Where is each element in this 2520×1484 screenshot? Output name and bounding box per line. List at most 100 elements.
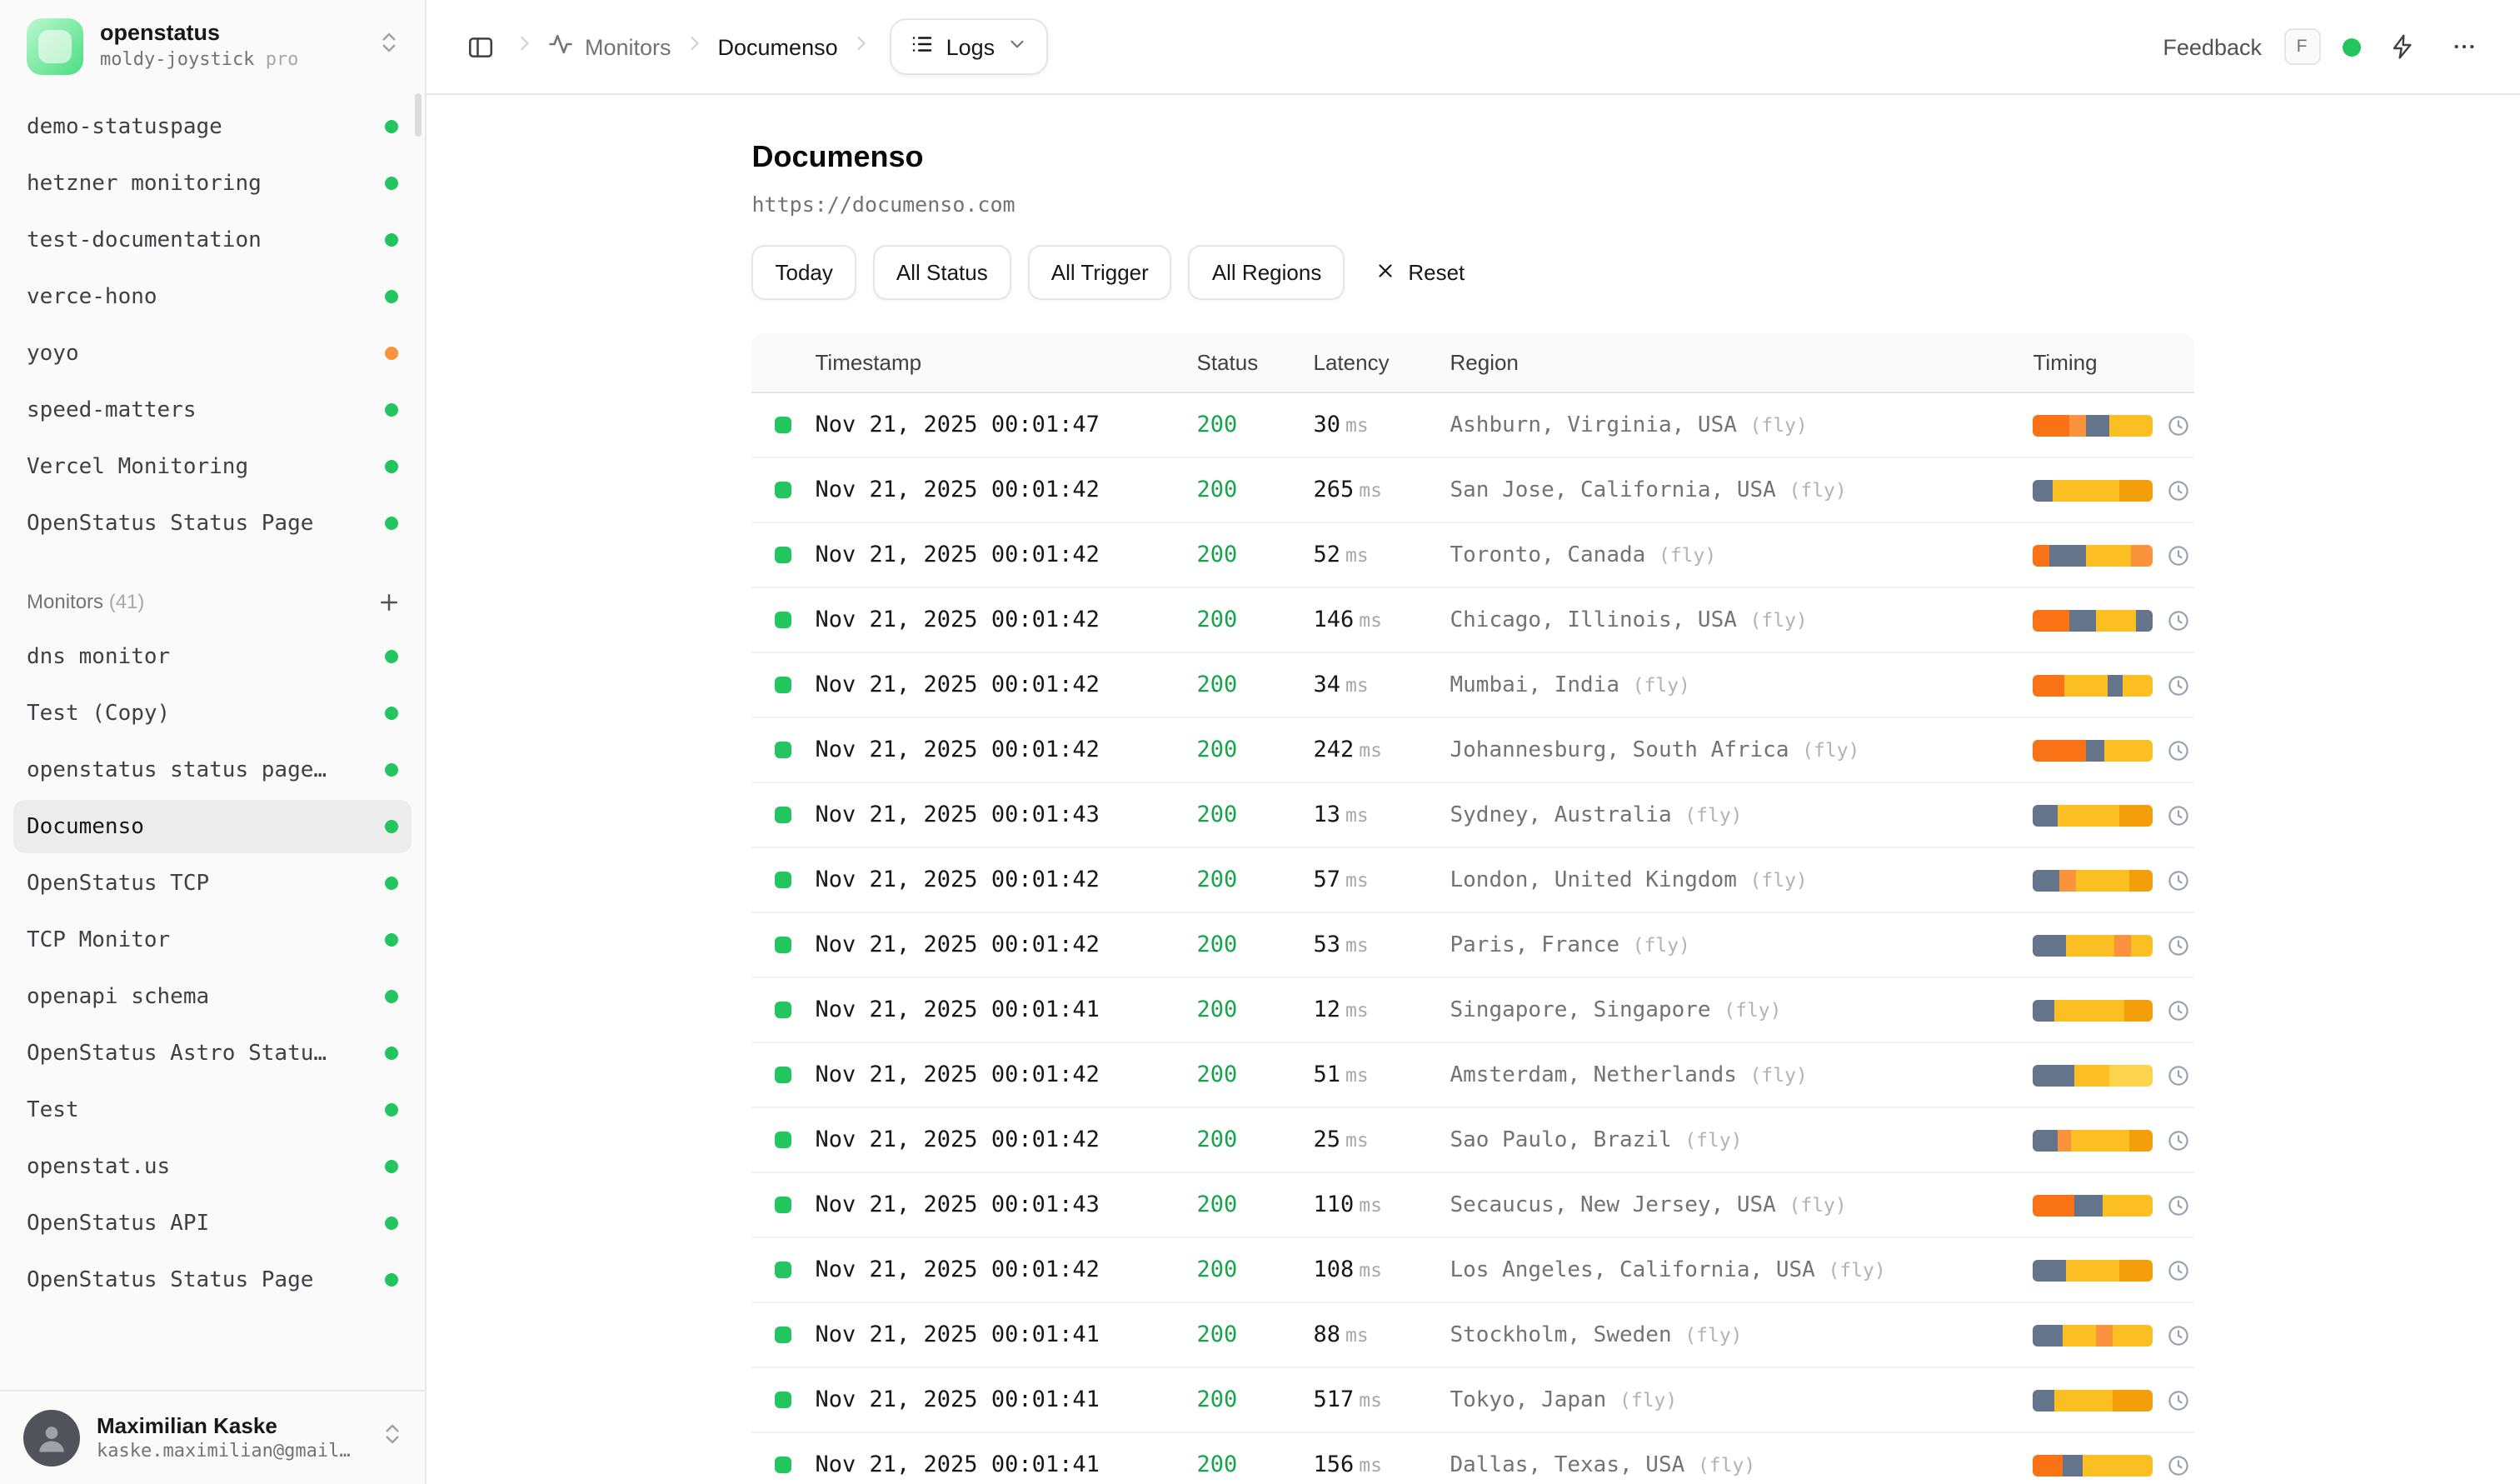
clock-icon[interactable] xyxy=(2167,542,2192,567)
sidebar-monitor-item[interactable]: OpenStatus TCP xyxy=(13,857,412,910)
status-cell: 200 xyxy=(1197,1322,1314,1348)
timing-bar xyxy=(2033,934,2153,956)
workspace-org-name: moldy-joystick xyxy=(100,49,254,71)
reset-filters-button[interactable]: Reset xyxy=(1361,245,1478,300)
workspace-switcher[interactable]: openstatus moldy-joystick pro xyxy=(0,0,425,90)
sidebar-statuspage-item[interactable]: test-documentation xyxy=(13,213,412,267)
item-label: demo-statuspage xyxy=(27,114,222,139)
region-cell: Sao Paulo, Brazil (fly) xyxy=(1450,1127,2033,1152)
system-status-dot[interactable] xyxy=(2342,37,2360,56)
filter-regions-button[interactable]: All Regions xyxy=(1189,245,1345,300)
timestamp-cell: Nov 21, 2025 00:01:47 xyxy=(816,412,1197,438)
sidebar-statuspage-item[interactable]: verce-hono xyxy=(13,270,412,323)
sidebar-statuspage-item[interactable]: OpenStatus Status Page xyxy=(13,497,412,550)
success-indicator xyxy=(776,1327,792,1343)
log-row[interactable]: Nov 21, 2025 00:01:4220051msAmsterdam, N… xyxy=(752,1043,2195,1108)
clock-icon[interactable] xyxy=(2167,1127,2192,1152)
sidebar-statuspage-item[interactable]: yoyo xyxy=(13,327,412,380)
status-dot xyxy=(385,1160,398,1173)
log-row[interactable]: Nov 21, 2025 00:01:4220052msToronto, Can… xyxy=(752,523,2195,588)
add-monitor-button[interactable] xyxy=(368,582,408,622)
breadcrumb-monitors[interactable]: Monitors xyxy=(548,32,671,62)
clock-icon[interactable] xyxy=(2167,1062,2192,1087)
command-menu-button[interactable] xyxy=(2382,27,2422,67)
clock-icon[interactable] xyxy=(2167,672,2192,697)
log-row[interactable]: Nov 21, 2025 00:01:4120088msStockholm, S… xyxy=(752,1303,2195,1368)
timing-bar xyxy=(2033,1129,2153,1151)
filter-date-button[interactable]: Today xyxy=(752,245,856,300)
log-row[interactable]: Nov 21, 2025 00:01:42200108msLos Angeles… xyxy=(752,1238,2195,1303)
log-row[interactable]: Nov 21, 2025 00:01:43200110msSecaucus, N… xyxy=(752,1173,2195,1238)
clock-icon[interactable] xyxy=(2167,867,2192,892)
timing-bar xyxy=(2033,1324,2153,1346)
sidebar-scrollbar[interactable] xyxy=(415,93,422,137)
clock-icon[interactable] xyxy=(2167,607,2192,632)
more-menu-button[interactable] xyxy=(2443,27,2483,67)
sidebar-monitor-item[interactable]: TCP Monitor xyxy=(13,913,412,967)
logs-icon xyxy=(910,32,935,62)
clock-icon[interactable] xyxy=(2167,1192,2192,1217)
log-row[interactable]: Nov 21, 2025 00:01:4720030msAshburn, Vir… xyxy=(752,393,2195,458)
log-row[interactable]: Nov 21, 2025 00:01:4320013msSydney, Aust… xyxy=(752,783,2195,848)
workspace-org: moldy-joystick pro xyxy=(100,49,360,73)
sidebar-statuspage-item[interactable]: hetzner monitoring xyxy=(13,157,412,210)
sidebar-monitor-item[interactable]: openstat.us xyxy=(13,1140,412,1193)
sidebar-monitor-item[interactable]: OpenStatus Astro Statu… xyxy=(13,1027,412,1080)
timestamp-cell: Nov 21, 2025 00:01:43 xyxy=(816,1192,1197,1218)
sidebar-statuspage-item[interactable]: speed-matters xyxy=(13,383,412,437)
sidebar-monitor-item[interactable]: OpenStatus API xyxy=(13,1197,412,1250)
clock-icon[interactable] xyxy=(2167,477,2192,502)
sidebar-monitor-item[interactable]: OpenStatus Status Page xyxy=(13,1253,412,1307)
clock-icon[interactable] xyxy=(2167,1387,2192,1412)
sidebar-statuspage-item[interactable]: Vercel Monitoring xyxy=(13,440,412,493)
filter-status-button[interactable]: All Status xyxy=(873,245,1011,300)
timing-cell xyxy=(2033,802,2195,827)
status-dot xyxy=(385,933,398,947)
log-row[interactable]: Nov 21, 2025 00:01:4220057msLondon, Unit… xyxy=(752,848,2195,913)
feedback-link[interactable]: Feedback xyxy=(2163,34,2262,59)
timing-cell xyxy=(2033,1062,2195,1087)
breadcrumb-documenso[interactable]: Documenso xyxy=(718,34,838,59)
sidebar-toggle-button[interactable] xyxy=(460,26,502,67)
user-meta: Maximilian Kaske kaske.maximilian@gmail… xyxy=(97,1412,363,1462)
success-indicator xyxy=(776,937,792,953)
sidebar-monitor-item[interactable]: openstatus status page… xyxy=(13,743,412,797)
timestamp-cell: Nov 21, 2025 00:01:43 xyxy=(816,802,1197,828)
clock-icon[interactable] xyxy=(2167,737,2192,762)
filter-trigger-button[interactable]: All Trigger xyxy=(1028,245,1172,300)
log-row[interactable]: Nov 21, 2025 00:01:4220053msParis, Franc… xyxy=(752,913,2195,978)
log-row[interactable]: Nov 21, 2025 00:01:41200156msDallas, Tex… xyxy=(752,1433,2195,1484)
view-selector[interactable]: Logs xyxy=(890,18,1049,75)
sidebar-statuspage-item[interactable]: demo-statuspage xyxy=(13,100,412,153)
clock-icon[interactable] xyxy=(2167,1452,2192,1477)
sidebar-monitor-item[interactable]: Documenso xyxy=(13,800,412,853)
item-label: openapi schema xyxy=(27,984,209,1009)
latency-cell: 108ms xyxy=(1314,1255,1450,1285)
timestamp-cell: Nov 21, 2025 00:01:42 xyxy=(816,1257,1197,1283)
clock-icon[interactable] xyxy=(2167,412,2192,437)
log-row[interactable]: Nov 21, 2025 00:01:42200265msSan Jose, C… xyxy=(752,458,2195,523)
sidebar-monitor-item[interactable]: dns monitor xyxy=(13,630,412,683)
clock-icon[interactable] xyxy=(2167,1322,2192,1347)
sidebar-monitor-item[interactable]: Test xyxy=(13,1083,412,1137)
log-row[interactable]: Nov 21, 2025 00:01:4120012msSingapore, S… xyxy=(752,978,2195,1043)
timing-cell xyxy=(2033,737,2195,762)
success-indicator xyxy=(776,1457,792,1473)
log-row[interactable]: Nov 21, 2025 00:01:4220034msMumbai, Indi… xyxy=(752,653,2195,718)
clock-icon[interactable] xyxy=(2167,1257,2192,1282)
status-dot xyxy=(385,403,398,417)
log-row[interactable]: Nov 21, 2025 00:01:4220025msSao Paulo, B… xyxy=(752,1108,2195,1173)
statuspage-list: demo-statuspage hetzner monitoringtest-do… xyxy=(0,100,425,550)
sidebar-monitor-item[interactable]: openapi schema xyxy=(13,970,412,1023)
log-row[interactable]: Nov 21, 2025 00:01:42200146msChicago, Il… xyxy=(752,588,2195,653)
clock-icon[interactable] xyxy=(2167,932,2192,957)
sidebar-monitor-item[interactable]: Test (Copy) xyxy=(13,687,412,740)
breadcrumb-monitors-label: Monitors xyxy=(585,34,671,59)
latency-cell: 110ms xyxy=(1314,1190,1450,1220)
region-cell: Sydney, Australia (fly) xyxy=(1450,802,2033,827)
clock-icon[interactable] xyxy=(2167,997,2192,1022)
clock-icon[interactable] xyxy=(2167,802,2192,827)
log-row[interactable]: Nov 21, 2025 00:01:41200517msTokyo, Japa… xyxy=(752,1368,2195,1433)
user-menu[interactable]: Maximilian Kaske kaske.maximilian@gmail… xyxy=(0,1389,425,1484)
log-row[interactable]: Nov 21, 2025 00:01:42200242msJohannesbur… xyxy=(752,718,2195,783)
